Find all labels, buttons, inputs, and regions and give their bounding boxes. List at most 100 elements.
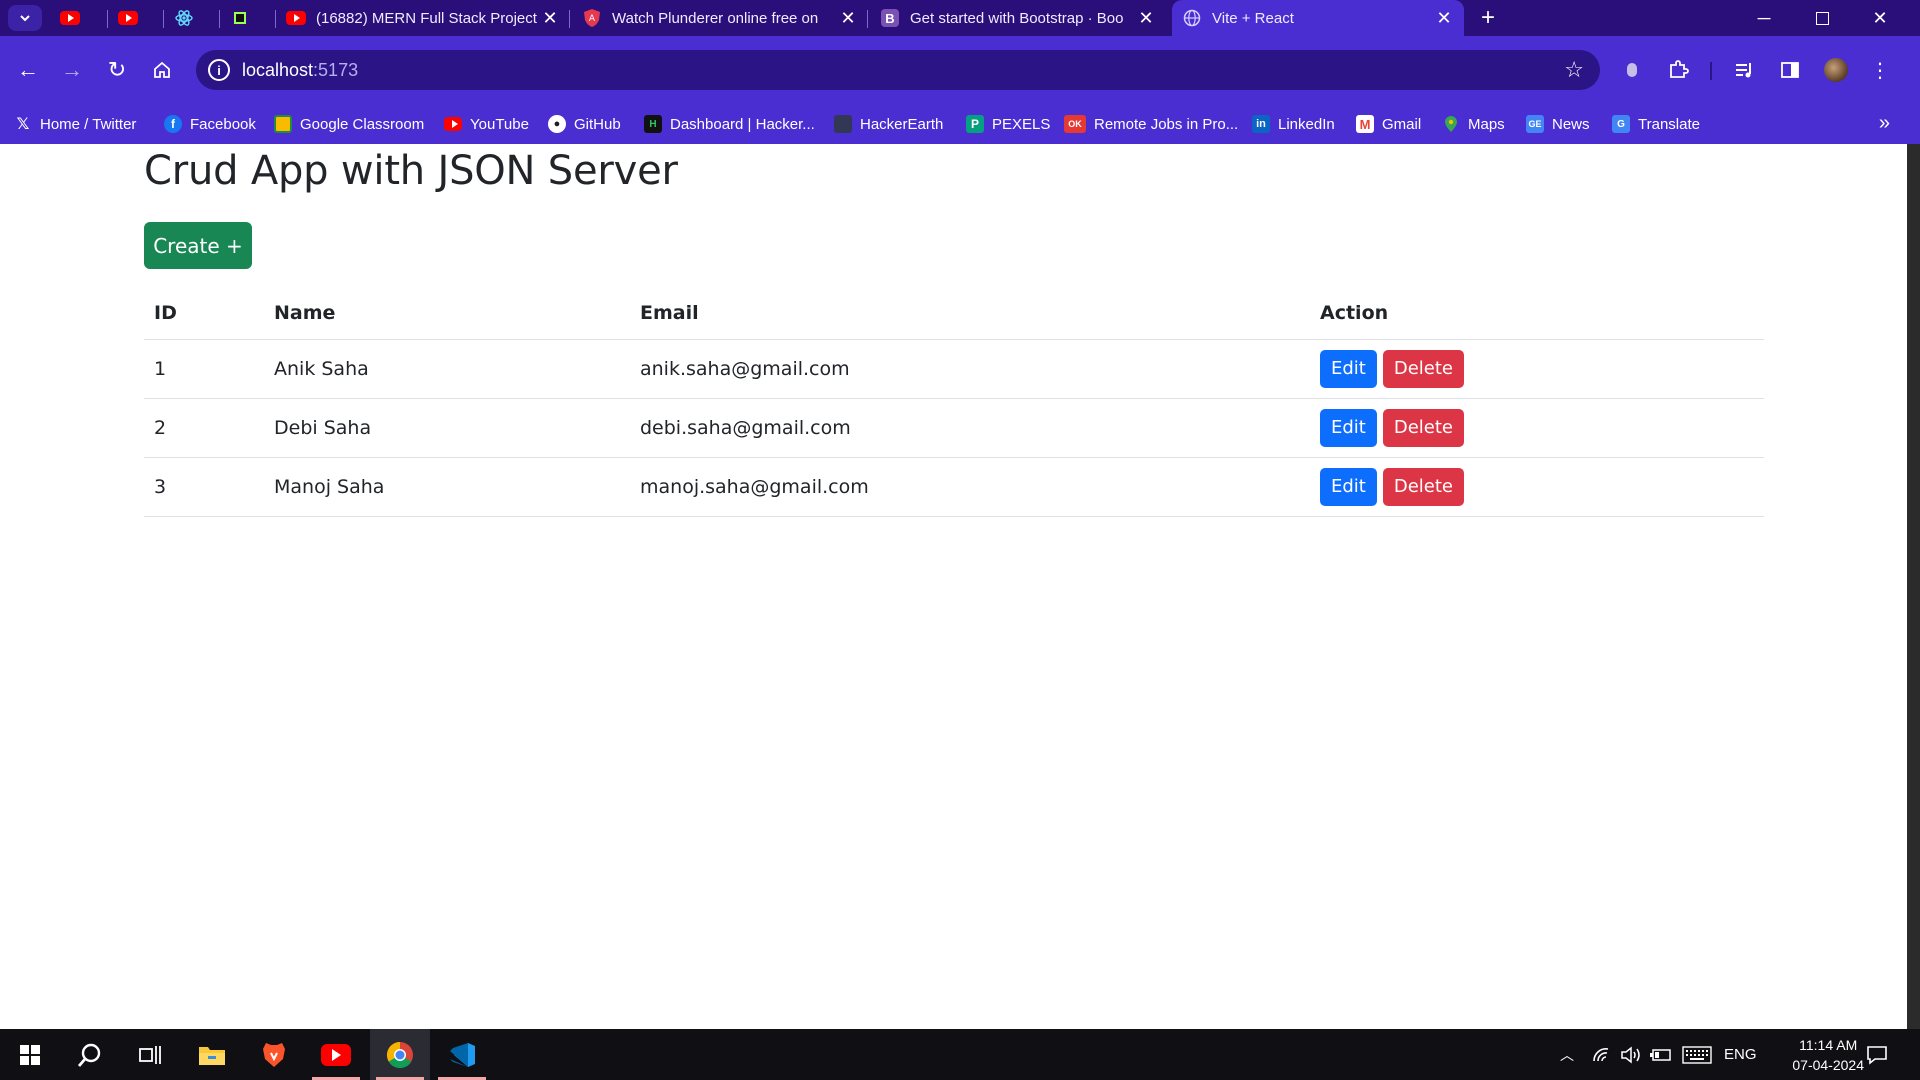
tab-bootstrap[interactable]: B Get started with Bootstrap · Boo ✕ xyxy=(870,0,1166,36)
bookmarks-overflow-button[interactable]: » xyxy=(1879,112,1890,135)
taskbar-file-explorer[interactable] xyxy=(182,1029,242,1080)
taskbar-brave[interactable] xyxy=(244,1029,304,1080)
cell-name: Anik Saha xyxy=(264,339,630,399)
clock[interactable]: 11:14 AM 07-04-2024 xyxy=(1792,1035,1864,1075)
bookmark-translate[interactable]: G Translate xyxy=(1612,113,1700,135)
bookmarks-bar: 𝕏 Home / Twitter f Facebook Google Classro… xyxy=(0,104,1920,144)
bookmark-github[interactable]: ● GitHub xyxy=(548,113,621,135)
address-bar[interactable]: i localhost:5173 ☆ xyxy=(196,50,1600,90)
edit-button[interactable]: Edit xyxy=(1320,408,1377,447)
tab-youtube-2[interactable] xyxy=(108,0,164,36)
start-button[interactable] xyxy=(0,1029,60,1080)
close-window-button[interactable]: ✕ xyxy=(1852,0,1908,36)
volume-button[interactable] xyxy=(1620,1029,1642,1080)
tab-youtube-1[interactable] xyxy=(50,0,108,36)
media-controls-button[interactable] xyxy=(1728,54,1760,86)
side-panel-button[interactable] xyxy=(1774,54,1806,86)
info-icon[interactable]: i xyxy=(208,59,230,81)
bookmark-maps[interactable]: Maps xyxy=(1442,113,1505,135)
window-edge xyxy=(1907,144,1920,1029)
language-indicator[interactable]: ENG xyxy=(1724,1029,1757,1080)
taskbar-vscode[interactable] xyxy=(432,1029,492,1080)
reload-icon: ↻ xyxy=(107,57,127,82)
notification-icon xyxy=(1867,1045,1887,1065)
news-icon: GE xyxy=(1526,115,1544,133)
tab-plunderer[interactable]: A Watch Plunderer online free on ✕ xyxy=(572,0,868,36)
reload-button[interactable]: ↻ xyxy=(101,54,133,86)
new-tab-button[interactable]: + xyxy=(1474,4,1502,32)
youtube-icon xyxy=(444,115,462,133)
close-icon[interactable]: ✕ xyxy=(838,8,858,28)
delete-button[interactable]: Delete xyxy=(1382,467,1465,506)
cell-actions: Edit Delete xyxy=(1310,398,1764,458)
close-icon[interactable]: ✕ xyxy=(540,8,560,28)
bookmark-facebook[interactable]: f Facebook xyxy=(164,113,256,135)
touch-keyboard-button[interactable] xyxy=(1682,1029,1712,1080)
page-title: Crud App with JSON Server xyxy=(144,148,678,194)
tab-title: Vite + React xyxy=(1212,9,1294,27)
close-icon[interactable]: ✕ xyxy=(1434,8,1454,28)
tab-react[interactable] xyxy=(164,0,220,36)
wifi-icon xyxy=(1593,1047,1609,1061)
extension-button[interactable] xyxy=(1616,54,1648,86)
tab-vite-react[interactable]: Vite + React ✕ xyxy=(1172,0,1464,36)
menu-button[interactable]: ⋮ xyxy=(1864,54,1896,86)
edit-button[interactable]: Edit xyxy=(1320,349,1377,388)
bookmark-news[interactable]: GE News xyxy=(1526,113,1590,135)
browser-toolbar: ← → ↻ i localhost:5173 ☆ ⋮ xyxy=(0,36,1920,104)
windows-icon xyxy=(20,1044,40,1065)
facebook-icon: f xyxy=(164,115,182,133)
home-icon xyxy=(154,61,170,78)
ok-icon: OK xyxy=(1064,115,1086,133)
bookmark-pexels[interactable]: P PEXELS xyxy=(966,113,1050,135)
home-button[interactable] xyxy=(146,54,178,86)
table-row: 3 Manoj Saha manoj.saha@gmail.com Edit De… xyxy=(144,457,1764,517)
toolbar-separator xyxy=(1710,62,1712,80)
tab-mern-project[interactable]: (16882) MERN Full Stack Project ✕ xyxy=(276,0,570,36)
task-view-button[interactable] xyxy=(120,1029,180,1080)
table-row: 1 Anik Saha anik.saha@gmail.com Edit Dele… xyxy=(144,339,1764,399)
bookmark-linkedin[interactable]: in LinkedIn xyxy=(1252,113,1335,135)
star-icon[interactable]: ☆ xyxy=(1564,57,1584,83)
forward-button[interactable]: → xyxy=(56,54,88,86)
tab-strip: (16882) MERN Full Stack Project ✕ A Watc… xyxy=(0,0,1920,36)
tab-search-button[interactable] xyxy=(8,5,42,31)
svg-text:A: A xyxy=(589,14,596,24)
taskbar-chrome[interactable] xyxy=(370,1029,430,1080)
minimize-button[interactable]: ─ xyxy=(1736,0,1792,36)
delete-button[interactable]: Delete xyxy=(1382,408,1465,447)
tab-app[interactable] xyxy=(220,0,276,36)
extensions-button[interactable] xyxy=(1662,54,1694,86)
bookmark-hackerearth[interactable]: HackerEarth xyxy=(834,113,943,135)
delete-button[interactable]: Delete xyxy=(1382,349,1465,388)
bookmark-twitter[interactable]: 𝕏 Home / Twitter xyxy=(14,113,137,135)
extension-status-icon xyxy=(1627,63,1637,77)
close-icon[interactable]: ✕ xyxy=(1136,8,1156,28)
taskbar-youtube-app[interactable] xyxy=(306,1029,366,1080)
bookmark-gmail[interactable]: M Gmail xyxy=(1356,113,1421,135)
search-icon xyxy=(77,1043,101,1067)
back-button[interactable]: ← xyxy=(12,54,44,86)
profile-button[interactable] xyxy=(1820,54,1852,86)
cell-actions: Edit Delete xyxy=(1310,339,1764,399)
app-icon xyxy=(230,8,250,28)
battery-button[interactable] xyxy=(1650,1029,1672,1080)
search-button[interactable] xyxy=(60,1029,120,1080)
show-hidden-icons-button[interactable]: ︿ xyxy=(1560,1029,1574,1080)
users-table: ID Name Email Action 1 Anik Saha anik.sa… xyxy=(144,288,1764,517)
create-button[interactable]: Create + xyxy=(144,222,252,269)
more-vertical-icon: ⋮ xyxy=(1870,59,1890,82)
bookmark-youtube[interactable]: YouTube xyxy=(444,113,529,135)
bookmark-remote-jobs[interactable]: OK Remote Jobs in Pro... xyxy=(1064,113,1238,135)
network-button[interactable] xyxy=(1592,1029,1612,1080)
notifications-button[interactable] xyxy=(1866,1029,1888,1080)
bookmark-hackerrank[interactable]: H Dashboard | Hacker... xyxy=(644,113,815,135)
clock-time: 11:14 AM xyxy=(1799,1037,1858,1053)
tab-title: Get started with Bootstrap · Boo xyxy=(910,9,1124,27)
cell-email: manoj.saha@gmail.com xyxy=(630,457,1310,517)
edit-button[interactable]: Edit xyxy=(1320,467,1377,506)
column-header-email: Email xyxy=(630,288,1310,340)
github-icon: ● xyxy=(548,115,566,133)
bookmark-google-classroom[interactable]: Google Classroom xyxy=(274,113,424,135)
maximize-button[interactable] xyxy=(1794,0,1850,36)
